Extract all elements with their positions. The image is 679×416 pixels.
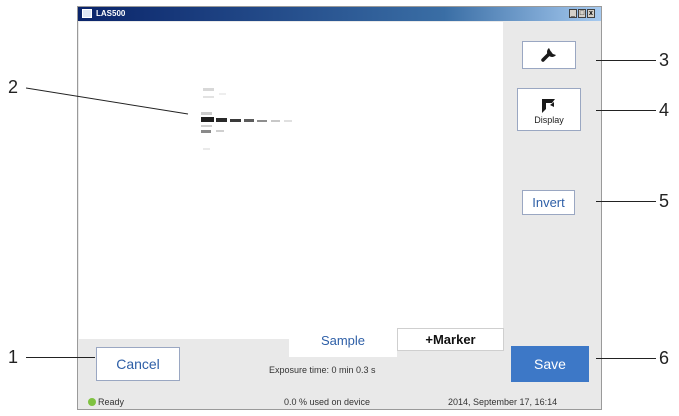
callout-6: 6 [659, 348, 670, 368]
app-icon [82, 9, 92, 18]
display-crop-icon [542, 99, 555, 113]
callout-line-5 [596, 201, 656, 202]
minimize-button[interactable]: _ [569, 9, 577, 18]
callout-1: 1 [8, 347, 19, 367]
storage-usage: 0.0 % used on device [284, 397, 371, 407]
display-label: Display [534, 115, 564, 125]
blot-image-area[interactable] [79, 22, 503, 339]
close-button[interactable]: x [587, 9, 595, 18]
tool-panel: Display Invert [504, 22, 601, 379]
callout-4: 4 [659, 100, 670, 120]
title-bar: LAS500 _ □ x [78, 7, 601, 21]
blot-image [201, 88, 292, 150]
display-button[interactable]: Display [517, 88, 581, 131]
tab-marker[interactable]: +Marker [397, 328, 504, 351]
tab-sample[interactable]: Sample [289, 328, 397, 357]
callout-line-3 [596, 60, 656, 61]
invert-button[interactable]: Invert [522, 190, 575, 215]
callout-line-4 [596, 110, 656, 111]
window-title: LAS500 [96, 9, 126, 18]
callout-line-6 [596, 358, 656, 359]
las500-window: LAS500 _ □ x Display Invert Sample +Mark… [77, 6, 602, 410]
callout-2: 2 [8, 77, 19, 97]
date-time: 2014, September 17, 16:14 [448, 397, 558, 407]
status-text: Ready [98, 397, 125, 407]
exposure-time: Exposure time: 0 min 0.3 s [269, 365, 376, 375]
callout-line-2 [26, 87, 189, 115]
maximize-button[interactable]: □ [578, 9, 586, 18]
status-indicator [88, 398, 96, 406]
cancel-button[interactable]: Cancel [96, 347, 180, 381]
callout-line-1 [26, 357, 95, 358]
callout-3: 3 [659, 50, 670, 70]
callout-5: 5 [659, 191, 670, 211]
save-button[interactable]: Save [511, 346, 589, 382]
settings-button[interactable] [522, 41, 576, 69]
wrench-icon [541, 48, 556, 62]
